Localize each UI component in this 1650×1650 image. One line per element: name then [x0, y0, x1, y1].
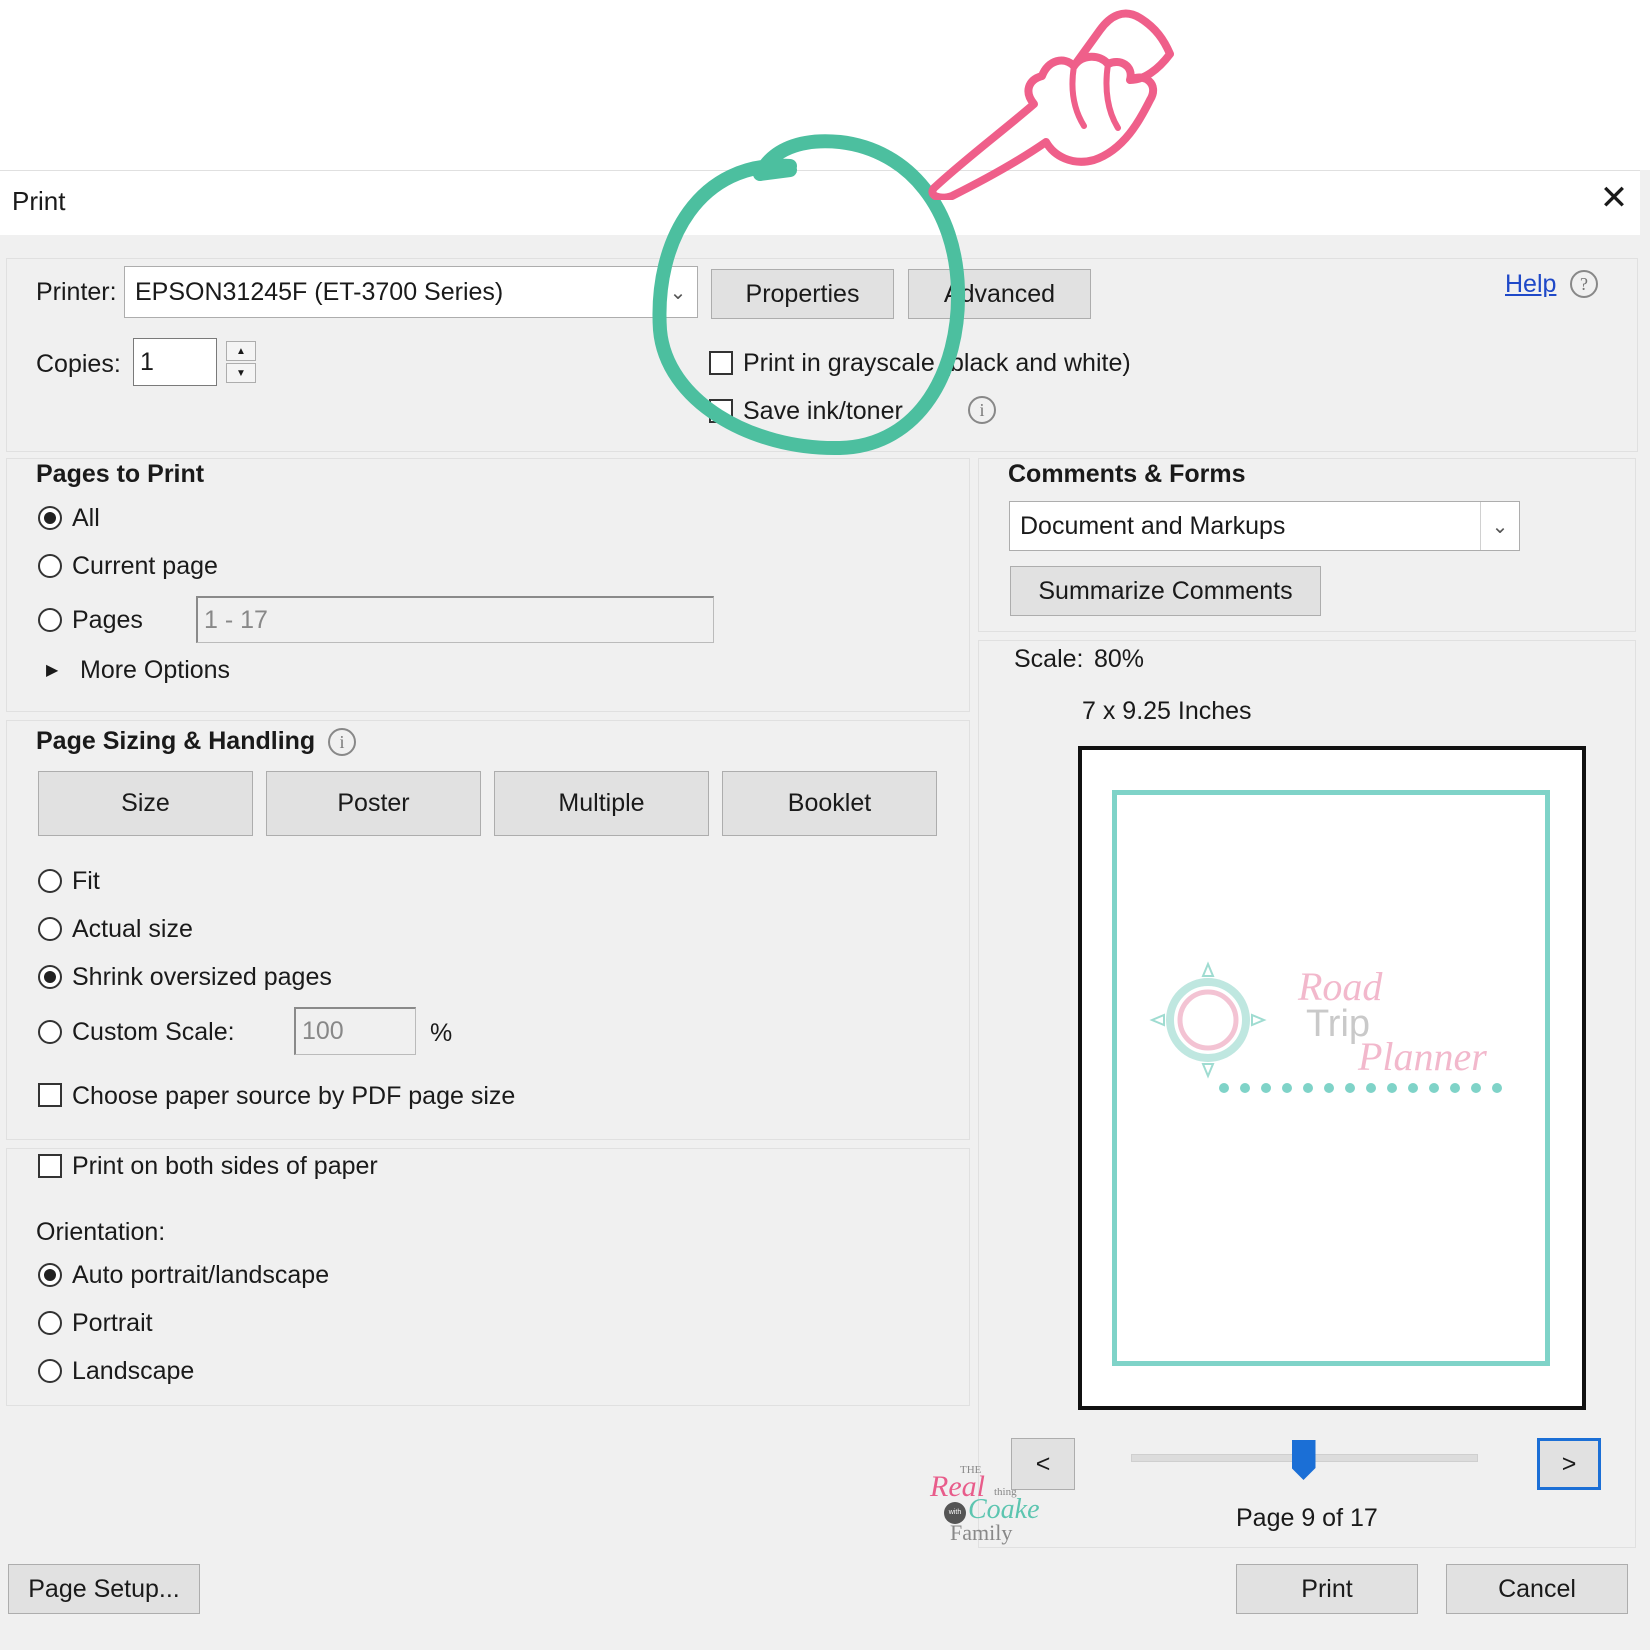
printer-label: Printer:: [36, 278, 117, 306]
radio-actual-size-label: Actual size: [72, 915, 193, 943]
compass-inner: [1177, 989, 1239, 1051]
help-link[interactable]: Help: [1505, 270, 1556, 299]
radio-auto-orientation[interactable]: [38, 1263, 62, 1287]
scale-value: 80%: [1094, 645, 1145, 673]
page-sizing-info-icon[interactable]: i: [328, 728, 356, 756]
radio-pages-label: Pages: [72, 606, 143, 634]
compass-arrow-left: [1149, 1013, 1165, 1027]
scale-label: Scale:: [1014, 645, 1084, 673]
radio-custom-scale[interactable]: [38, 1020, 62, 1044]
watermark-family: Family: [950, 1520, 1013, 1545]
page-setup-button[interactable]: Page Setup...: [8, 1564, 200, 1614]
printer-value: EPSON31245F (ET-3700 Series): [135, 277, 504, 306]
custom-scale-input[interactable]: 100: [294, 1007, 416, 1055]
duplex-checkbox[interactable]: [38, 1154, 62, 1178]
radio-current-page-label: Current page: [72, 552, 218, 580]
expand-triangle-icon[interactable]: ▶: [46, 660, 58, 680]
tab-multiple[interactable]: Multiple: [494, 771, 709, 836]
paper-source-label: Choose paper source by PDF page size: [72, 1082, 516, 1110]
radio-all[interactable]: [38, 506, 62, 530]
comments-forms-select[interactable]: Document and Markups ⌄: [1009, 501, 1520, 551]
radio-shrink-oversized-label: Shrink oversized pages: [72, 963, 332, 991]
tab-poster[interactable]: Poster: [266, 771, 481, 836]
tab-booklet[interactable]: Booklet: [722, 771, 937, 836]
dialog-title: Print: [12, 186, 66, 216]
radio-pages[interactable]: [38, 608, 62, 632]
more-options-link[interactable]: More Options: [80, 656, 230, 685]
summarize-comments-button[interactable]: Summarize Comments: [1010, 566, 1321, 616]
next-page-button[interactable]: >: [1537, 1438, 1601, 1490]
tab-size[interactable]: Size: [38, 771, 253, 836]
printer-select[interactable]: EPSON31245F (ET-3700 Series) ⌄: [124, 266, 698, 318]
paper-source-checkbox[interactable]: [38, 1083, 62, 1107]
page-status: Page 9 of 17: [1236, 1504, 1378, 1532]
help-icon[interactable]: ?: [1570, 270, 1598, 298]
compass-arrow-bottom: [1201, 1063, 1215, 1079]
radio-landscape-label: Landscape: [72, 1357, 195, 1385]
chevron-down-icon: ⌄: [1480, 502, 1519, 550]
percent-sign: %: [430, 1019, 453, 1047]
copies-input[interactable]: 1: [133, 338, 217, 386]
radio-portrait[interactable]: [38, 1311, 62, 1335]
radio-shrink-oversized[interactable]: [38, 965, 62, 989]
close-icon[interactable]: ✕: [1596, 180, 1632, 216]
copies-label: Copies:: [36, 350, 121, 378]
watermark-logo: THE Real thing with the Coake Family: [926, 1464, 1056, 1545]
cancel-button[interactable]: Cancel: [1446, 1564, 1628, 1614]
page-preview: Road Trip Planner: [1078, 746, 1586, 1410]
comments-forms-value: Document and Markups: [1020, 511, 1286, 540]
orientation-heading: Orientation:: [36, 1218, 166, 1246]
radio-auto-orientation-label: Auto portrait/landscape: [72, 1261, 330, 1289]
radio-landscape[interactable]: [38, 1359, 62, 1383]
duplex-label: Print on both sides of paper: [72, 1152, 378, 1180]
radio-fit[interactable]: [38, 869, 62, 893]
copies-up-button[interactable]: ▲: [226, 341, 256, 361]
pages-to-print-heading: Pages to Print: [36, 460, 205, 488]
compass-arrow-top: [1201, 961, 1215, 977]
road-trip-logo: Road Trip Planner: [1149, 961, 1502, 1093]
compass-arrow-right: [1251, 1013, 1267, 1027]
radio-current-page[interactable]: [38, 554, 62, 578]
radio-fit-label: Fit: [72, 867, 100, 895]
pages-range-input[interactable]: 1 - 17: [196, 596, 714, 643]
logo-dots: [1219, 1083, 1502, 1093]
page-sizing-heading: Page Sizing & Handling: [36, 727, 316, 755]
radio-actual-size[interactable]: [38, 917, 62, 941]
copies-down-button[interactable]: ▼: [226, 363, 256, 383]
pointing-hand-icon: [928, 9, 1174, 200]
comments-forms-heading: Comments & Forms: [1008, 460, 1246, 488]
radio-portrait-label: Portrait: [72, 1309, 153, 1337]
print-button[interactable]: Print: [1236, 1564, 1418, 1614]
page-size-label: 7 x 9.25 Inches: [1082, 697, 1252, 725]
logo-word-3: Planner: [1357, 1034, 1487, 1079]
radio-custom-scale-label: Custom Scale:: [72, 1018, 235, 1046]
radio-all-label: All: [72, 504, 100, 532]
